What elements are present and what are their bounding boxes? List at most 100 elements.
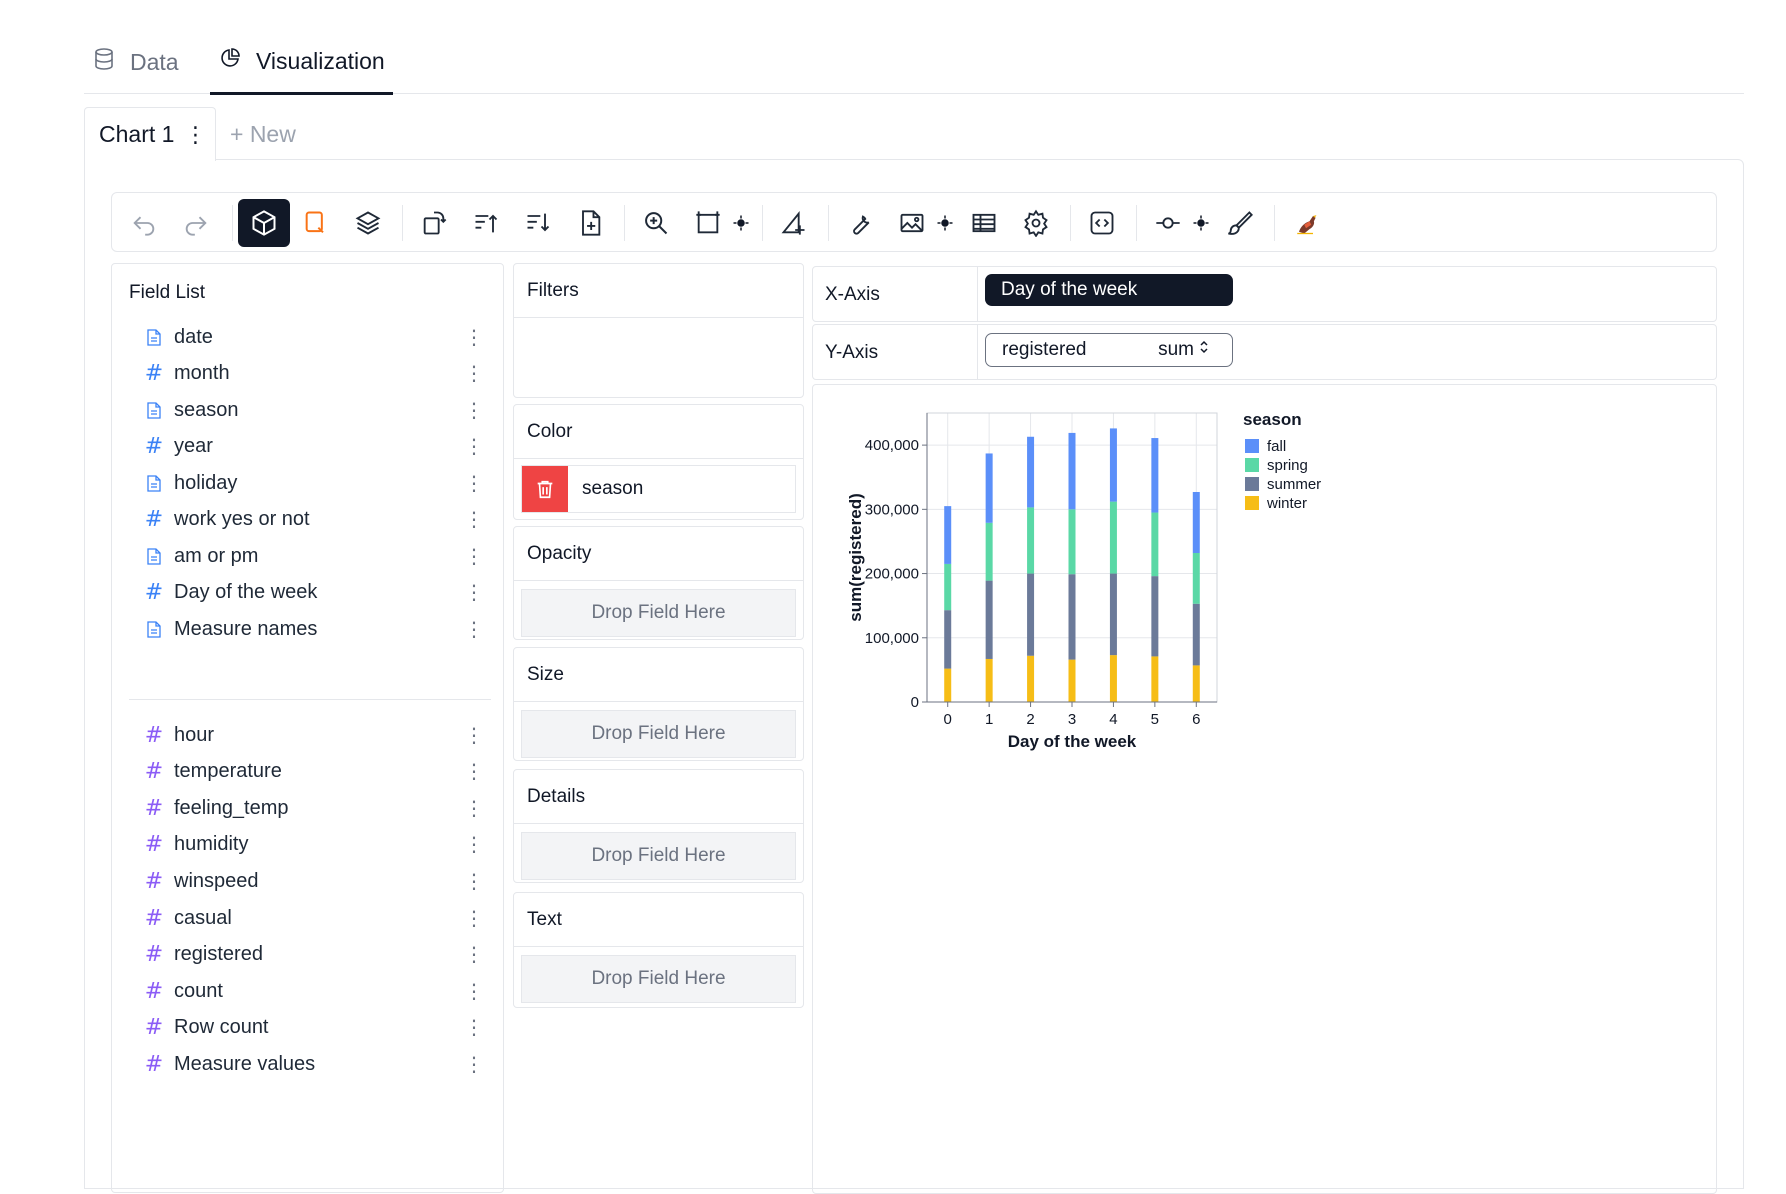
document-icon xyxy=(144,328,164,346)
text-drop-zone[interactable]: Drop Field Here xyxy=(521,955,796,1003)
more-vertical-icon[interactable]: ⋮ xyxy=(464,941,484,969)
more-vertical-icon[interactable]: ⋮ xyxy=(464,615,484,643)
field-item[interactable]: holiday ⋮ xyxy=(144,465,484,501)
bird-logo-icon[interactable] xyxy=(1280,199,1332,247)
bar-winter-0 xyxy=(944,668,952,702)
legend-swatch-winter xyxy=(1245,496,1259,510)
bar-summer-2 xyxy=(1027,573,1035,656)
field-item[interactable]: season ⋮ xyxy=(144,392,484,428)
cube-icon[interactable] xyxy=(238,199,290,247)
paint-brush-icon[interactable] xyxy=(1214,199,1266,247)
field-item[interactable]: # Measure values ⋮ xyxy=(144,1046,484,1082)
triangle-icon[interactable] xyxy=(768,199,820,247)
field-item[interactable]: # Row count ⋮ xyxy=(144,1010,484,1046)
more-vertical-icon[interactable]: ⋮ xyxy=(464,542,484,570)
bar-summer-3 xyxy=(1068,574,1076,660)
field-item[interactable]: # month ⋮ xyxy=(144,356,484,392)
more-vertical-icon[interactable]: ⋮ xyxy=(464,360,484,388)
field-item[interactable]: # hour ⋮ xyxy=(144,717,484,753)
more-vertical-icon[interactable]: ⋮ xyxy=(464,433,484,461)
more-vertical-icon[interactable]: ⋮ xyxy=(464,506,484,534)
bar-winter-2 xyxy=(1027,655,1035,702)
field-item[interactable]: # work yes or not ⋮ xyxy=(144,502,484,538)
layers-icon[interactable] xyxy=(342,199,394,247)
chart-tab-label: Chart 1 xyxy=(99,121,175,147)
bar-fall-2 xyxy=(1027,436,1035,508)
aggregation-select[interactable]: sum xyxy=(1158,339,1210,361)
opacity-drop-zone[interactable]: Drop Field Here xyxy=(521,589,796,637)
field-item[interactable]: date ⋮ xyxy=(144,319,484,355)
settings-icon[interactable] xyxy=(1010,199,1062,247)
legend-label-spring: spring xyxy=(1267,457,1308,474)
field-name: winspeed xyxy=(174,869,259,892)
more-vertical-icon[interactable]: ⋮ xyxy=(464,469,484,497)
tab-visualization-label: Visualization xyxy=(256,47,385,74)
size-drop-zone[interactable]: Drop Field Here xyxy=(521,710,796,758)
hash-icon: # xyxy=(144,868,164,894)
bar-fall-1 xyxy=(985,453,993,523)
more-vertical-icon[interactable]: ⋮ xyxy=(464,977,484,1005)
field-name: holiday xyxy=(174,471,238,494)
new-chart-button[interactable]: + New xyxy=(230,107,296,161)
more-vertical-icon[interactable]: ⋮ xyxy=(464,323,484,351)
more-vertical-icon[interactable]: ⋮ xyxy=(464,867,484,895)
pie-chart-icon xyxy=(218,46,242,76)
field-name: feeling_temp xyxy=(174,796,289,819)
bar-fall-0 xyxy=(944,506,952,564)
field-item[interactable]: am or pm ⋮ xyxy=(144,538,484,574)
tab-data[interactable]: Data xyxy=(84,30,187,94)
field-item[interactable]: # humidity ⋮ xyxy=(144,827,484,863)
field-item[interactable]: Measure names ⋮ xyxy=(144,611,484,647)
tab-visualization[interactable]: Visualization xyxy=(210,30,393,95)
resize-settings-icon[interactable] xyxy=(732,214,750,232)
more-vertical-icon[interactable]: ⋮ xyxy=(464,904,484,932)
more-vertical-icon[interactable]: ⋮ xyxy=(464,1014,484,1042)
table-icon[interactable] xyxy=(958,199,1010,247)
more-vertical-icon[interactable]: ⋮ xyxy=(464,831,484,859)
field-item[interactable]: # count ⋮ xyxy=(144,973,484,1009)
brush-select-icon[interactable] xyxy=(290,199,342,247)
field-item[interactable]: # Day of the week ⋮ xyxy=(144,575,484,611)
field-item[interactable]: # feeling_temp ⋮ xyxy=(144,790,484,826)
more-vertical-icon[interactable]: ⋮ xyxy=(464,758,484,786)
redo-icon[interactable] xyxy=(170,199,222,247)
transpose-icon[interactable] xyxy=(408,199,460,247)
trash-icon[interactable] xyxy=(522,466,568,512)
sort-descending-icon[interactable] xyxy=(512,199,564,247)
more-vertical-icon[interactable]: ⋮ xyxy=(464,721,484,749)
chart-tab-active[interactable]: Chart 1 ⋮ xyxy=(84,107,216,161)
field-item[interactable]: # year ⋮ xyxy=(144,429,484,465)
x-axis-title: Day of the week xyxy=(1008,732,1137,751)
slider-settings-icon[interactable] xyxy=(1192,214,1210,232)
sort-ascending-icon[interactable] xyxy=(460,199,512,247)
y-axis-field-pill[interactable]: registered sum xyxy=(985,333,1233,367)
field-item[interactable]: # casual ⋮ xyxy=(144,900,484,936)
bar-fall-5 xyxy=(1151,438,1159,513)
resize-icon[interactable] xyxy=(682,199,734,247)
x-tick-label: 3 xyxy=(1068,711,1076,728)
slider-icon[interactable] xyxy=(1142,199,1194,247)
more-vertical-icon[interactable]: ⋮ xyxy=(464,794,484,822)
undo-icon[interactable] xyxy=(118,199,170,247)
field-item[interactable]: # temperature ⋮ xyxy=(144,754,484,790)
wrench-icon[interactable] xyxy=(834,199,886,247)
field-item[interactable]: # winspeed ⋮ xyxy=(144,863,484,899)
x-axis-field-pill[interactable]: Day of the week xyxy=(985,274,1233,306)
code-icon[interactable] xyxy=(1076,199,1128,247)
more-vertical-icon[interactable]: ⋮ xyxy=(184,123,206,146)
y-tick-label: 400,000 xyxy=(865,437,919,454)
image-icon[interactable] xyxy=(886,199,938,247)
field-item[interactable]: # registered ⋮ xyxy=(144,937,484,973)
bar-summer-4 xyxy=(1109,573,1117,656)
add-file-icon[interactable] xyxy=(564,199,616,247)
bar-summer-6 xyxy=(1192,603,1200,666)
more-vertical-icon[interactable]: ⋮ xyxy=(464,579,484,607)
image-settings-icon[interactable] xyxy=(936,214,954,232)
more-vertical-icon[interactable]: ⋮ xyxy=(464,396,484,424)
zoom-icon[interactable] xyxy=(630,199,682,247)
more-vertical-icon[interactable]: ⋮ xyxy=(464,1050,484,1078)
bar-winter-1 xyxy=(985,658,993,702)
color-field-pill[interactable]: season xyxy=(521,465,796,513)
details-drop-zone[interactable]: Drop Field Here xyxy=(521,832,796,880)
new-chart-label: + New xyxy=(230,120,296,147)
